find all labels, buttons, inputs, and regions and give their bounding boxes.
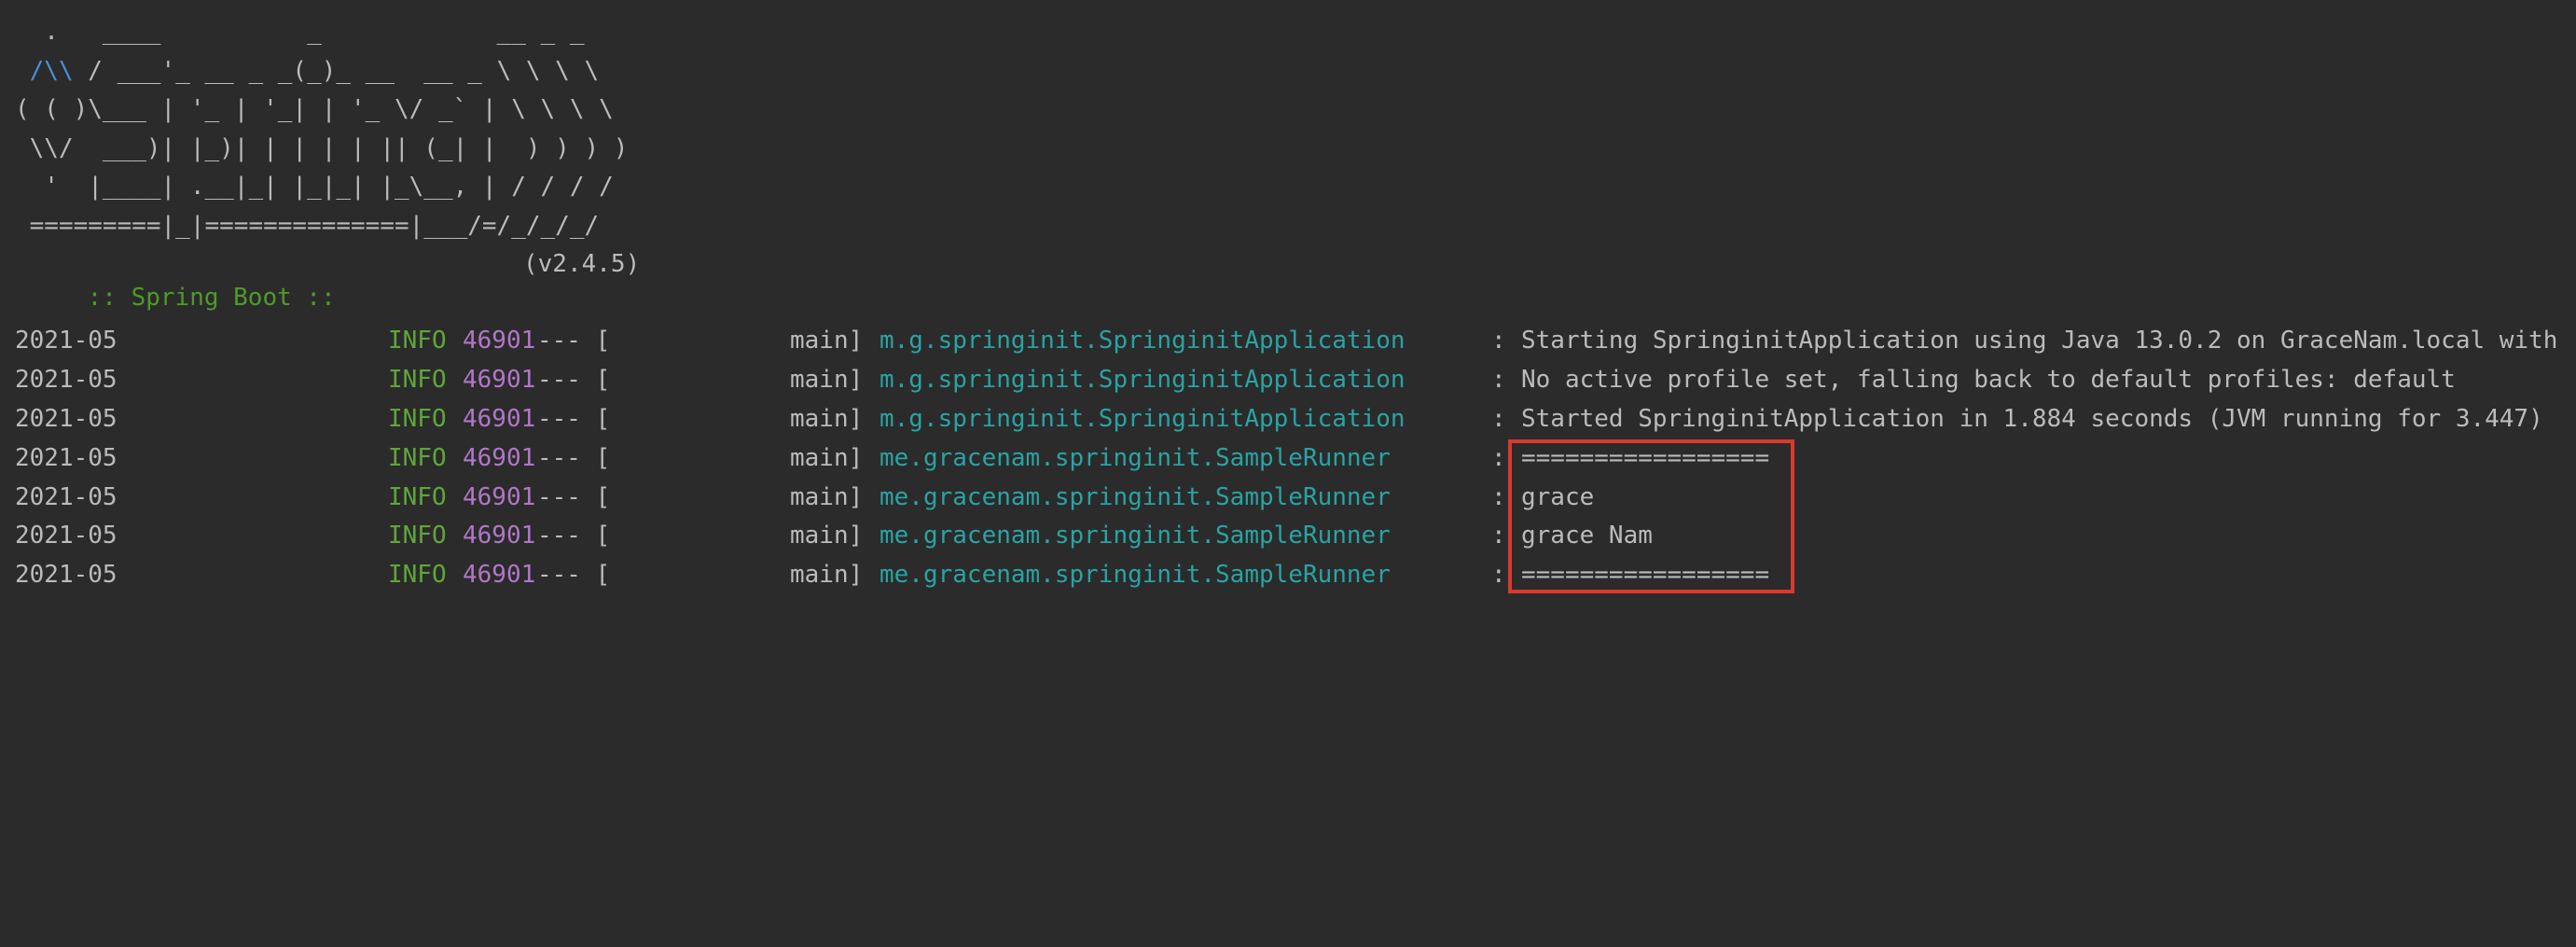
log-separator: --- [ — [537, 365, 611, 394]
log-colon: : — [1491, 365, 1506, 394]
log-pid: 46901 — [463, 443, 536, 472]
log-colon: : — [1491, 482, 1506, 511]
log-thread: main] — [790, 365, 864, 394]
log-thread: main] — [790, 404, 864, 433]
spring-ascii-banner: . ____ _ __ _ _ /\\ / ___'_ __ _ _(_)_ _… — [15, 13, 628, 246]
log-row: 2021-05 INFO 46901 --- [ main] m.g.sprin… — [0, 400, 2576, 439]
log-date: 2021-05 — [15, 404, 118, 433]
log-lines: 2021-05 INFO 46901 --- [ main] m.g.sprin… — [0, 322, 2576, 595]
log-level: INFO — [388, 522, 447, 550]
log-date: 2021-05 — [15, 522, 118, 550]
log-message: Starting SpringinitApplication using Jav… — [1521, 327, 2558, 355]
log-separator: --- [ — [537, 404, 611, 433]
log-row: 2021-05 INFO 46901 --- [ main] m.g.sprin… — [0, 322, 2576, 361]
log-logger: me.gracenam.springinit.SampleRunner — [879, 561, 1391, 590]
log-thread: main] — [790, 561, 864, 590]
spring-boot-version: (v2.4.5) — [523, 250, 641, 278]
banner-line-2: / ___'_ __ _ _(_)_ __ __ _ \ \ \ \ — [73, 56, 600, 85]
log-thread: main] — [790, 327, 864, 355]
log-logger: me.gracenam.springinit.SampleRunner — [879, 443, 1391, 472]
log-level: INFO — [388, 365, 447, 394]
console-output: . ____ _ __ _ _ /\\ / ___'_ __ _ _(_)_ _… — [0, 0, 2576, 612]
log-date: 2021-05 — [15, 443, 118, 472]
spring-boot-label: :: Spring Boot :: — [87, 284, 336, 312]
log-level: INFO — [388, 482, 447, 511]
log-level: INFO — [388, 561, 447, 590]
log-colon: : — [1491, 404, 1506, 433]
log-row: 2021-05 INFO 46901 --- [ main] me.gracen… — [0, 479, 2576, 518]
log-pid: 46901 — [463, 561, 536, 590]
log-separator: --- [ — [537, 327, 611, 355]
log-logger: me.gracenam.springinit.SampleRunner — [879, 522, 1391, 550]
log-row: 2021-05 INFO 46901 --- [ main] m.g.sprin… — [0, 361, 2576, 400]
log-pid: 46901 — [463, 365, 536, 394]
log-logger: m.g.springinit.SpringinitApplication — [879, 404, 1406, 433]
log-logger: me.gracenam.springinit.SampleRunner — [879, 482, 1391, 511]
log-message: Started SpringinitApplication in 1.884 s… — [1521, 404, 2543, 433]
log-row: 2021-05 INFO 46901 --- [ main] me.gracen… — [0, 439, 2576, 479]
banner-line-1: . ____ _ __ _ _ — [15, 18, 585, 46]
log-level: INFO — [388, 327, 447, 355]
log-row: 2021-05 INFO 46901 --- [ main] me.gracen… — [0, 556, 2576, 595]
log-pid: 46901 — [463, 522, 536, 550]
log-thread: main] — [790, 482, 864, 511]
log-separator: --- [ — [537, 561, 611, 590]
log-thread: main] — [790, 522, 864, 550]
highlight-box — [1508, 439, 1794, 593]
log-level: INFO — [388, 443, 447, 472]
log-logger: m.g.springinit.SpringinitApplication — [879, 327, 1406, 355]
log-colon: : — [1491, 443, 1506, 472]
banner-line-2-accent: /\\ — [15, 56, 74, 85]
banner-line-6: =========|_|==============|___/=/_/_/_/ — [15, 211, 600, 240]
log-colon: : — [1491, 561, 1506, 590]
log-pid: 46901 — [463, 327, 536, 355]
log-thread: main] — [790, 443, 864, 472]
log-pid: 46901 — [463, 404, 536, 433]
log-message: No active profile set, falling back to d… — [1521, 365, 2456, 394]
log-date: 2021-05 — [15, 365, 118, 394]
banner-line-4: \\/ ___)| |_)| | | | | || (_| | ) ) ) ) — [15, 133, 629, 162]
log-date: 2021-05 — [15, 482, 118, 511]
log-date: 2021-05 — [15, 561, 118, 590]
banner-line-3: ( ( )\___ | '_ | '_| | '_ \/ _` | \ \ \ … — [15, 95, 614, 124]
log-date: 2021-05 — [15, 327, 118, 355]
log-logger: m.g.springinit.SpringinitApplication — [879, 365, 1406, 394]
log-separator: --- [ — [537, 443, 611, 472]
log-level: INFO — [388, 404, 447, 433]
log-colon: : — [1491, 327, 1506, 355]
log-colon: : — [1491, 522, 1506, 550]
banner-line-5: ' |____| .__|_| |_|_| |_\__, | / / / / — [15, 173, 614, 202]
log-pid: 46901 — [463, 482, 536, 511]
log-row: 2021-05 INFO 46901 --- [ main] me.gracen… — [0, 517, 2576, 556]
log-separator: --- [ — [537, 482, 611, 511]
log-separator: --- [ — [537, 522, 611, 550]
